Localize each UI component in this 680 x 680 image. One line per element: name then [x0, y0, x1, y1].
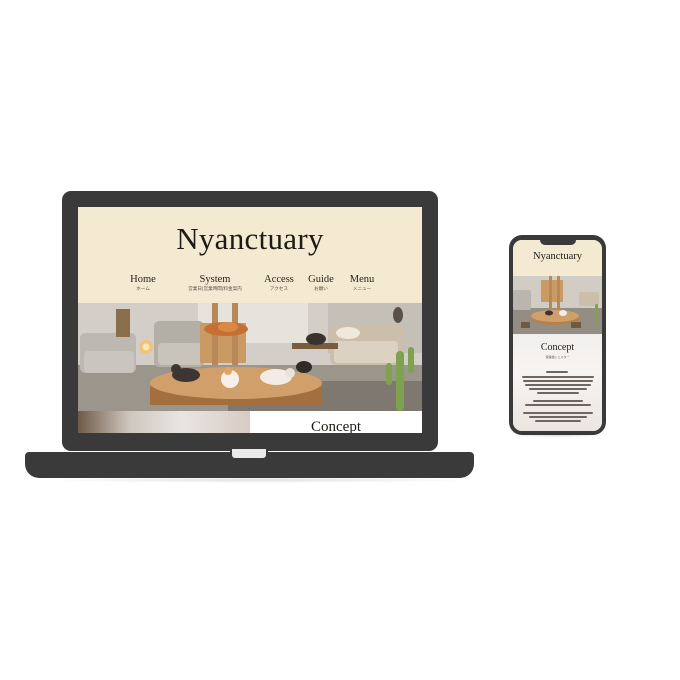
text-line — [529, 416, 587, 418]
phone-hero-photo — [513, 276, 602, 334]
text-line — [525, 404, 591, 406]
nav-item-label: Home — [130, 274, 156, 285]
site-logo[interactable]: Nyanctuary — [78, 221, 422, 257]
text-line — [535, 420, 581, 422]
text-line — [525, 384, 591, 386]
text-line — [523, 380, 593, 382]
phone-concept-subheading: 保護猫シェルター — [545, 355, 570, 359]
nav-item-menu[interactable]: Menu メニュー — [347, 274, 377, 294]
phone-concept-section: Concept 保護猫シェルター — [513, 334, 602, 431]
nav-item-access[interactable]: Access アクセス — [258, 274, 300, 294]
phone-screen: Nyanctuary Concept 保護猫シェルター — [513, 240, 602, 431]
nav-item-label: System — [199, 274, 231, 285]
phone-concept-heading: Concept — [540, 342, 575, 353]
nav-item-label: Access — [264, 274, 294, 285]
laptop-shadow — [40, 477, 480, 483]
text-line — [533, 400, 583, 402]
text-line — [529, 388, 587, 390]
nav-item-system[interactable]: System 営業日|営業時間|料金案内 — [180, 274, 250, 294]
concept-section: Concept — [250, 411, 422, 433]
site-header: Nyanctuary Home ホーム System 営業日|営業時間|料金案内… — [78, 207, 422, 303]
nav-item-sublabel: お願い — [314, 287, 328, 292]
laptop-notch — [230, 449, 268, 460]
nav-item-label: Guide — [308, 274, 334, 285]
cat-cafe-photo-mobile — [513, 276, 602, 334]
laptop-screen: Nyanctuary Home ホーム System 営業日|営業時間|料金案内… — [78, 207, 422, 433]
nav-item-sublabel: ホーム — [136, 287, 150, 292]
nav-item-sublabel: 営業日|営業時間|料金案内 — [188, 287, 242, 292]
text-line — [537, 392, 579, 394]
text-line — [546, 371, 568, 373]
nav-item-label: Menu — [349, 274, 375, 285]
hero-photo — [78, 303, 422, 411]
concept-heading: Concept — [311, 419, 361, 433]
phone-logo[interactable]: Nyanctuary — [513, 251, 602, 262]
cat-cafe-photo — [78, 303, 422, 411]
phone-shadow — [506, 433, 610, 438]
text-line — [522, 376, 594, 378]
nav-item-sublabel: メニュー — [352, 287, 372, 292]
text-line — [523, 412, 593, 414]
main-nav: Home ホーム System 営業日|営業時間|料金案内 Access アクセ… — [118, 274, 377, 294]
phone-notch — [540, 238, 576, 245]
nav-item-sublabel: アクセス — [269, 287, 289, 292]
phone-header: Nyanctuary — [513, 240, 602, 276]
nav-item-home[interactable]: Home ホーム — [118, 274, 168, 294]
concept-photo — [78, 411, 250, 433]
nav-item-guide[interactable]: Guide お願い — [306, 274, 336, 294]
